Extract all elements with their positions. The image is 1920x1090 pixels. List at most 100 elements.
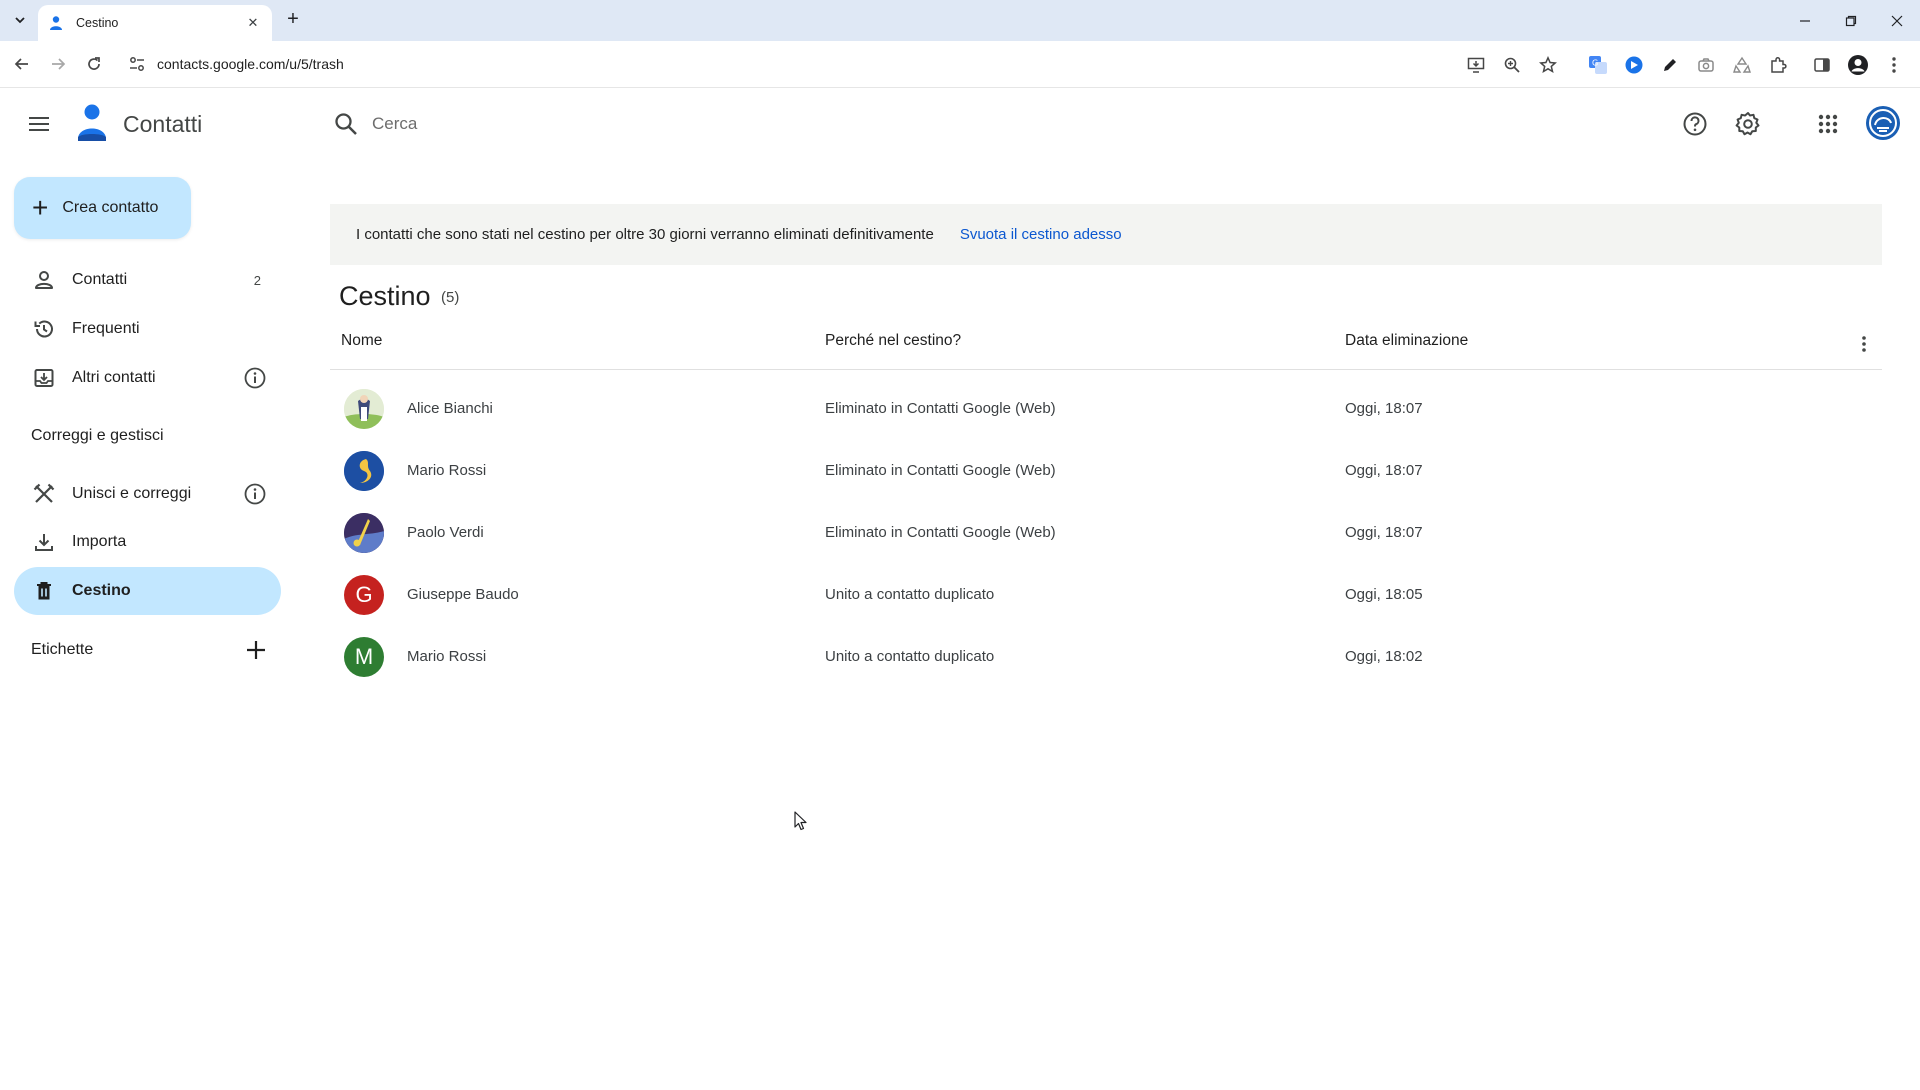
browser-toolbar: contacts.google.com/u/5/trash G [0, 41, 1920, 88]
trash-icon [32, 579, 56, 603]
app-title: Contatti [123, 111, 203, 137]
sidebar-item-trash[interactable]: Cestino [14, 567, 281, 615]
site-settings-icon[interactable] [128, 55, 146, 73]
extensions-puzzle-icon[interactable] [1766, 53, 1790, 77]
contact-avatar: G [344, 575, 384, 615]
sidebar-item-import[interactable]: Importa [14, 518, 281, 566]
table-row[interactable]: Paolo Verdi Eliminato in Contatti Google… [330, 502, 1882, 564]
zoom-icon[interactable] [1500, 53, 1524, 77]
create-contact-button[interactable]: + Crea contatto [14, 177, 191, 239]
sidebar-item-label: Importa [72, 533, 127, 550]
camera-extension-icon[interactable] [1694, 53, 1718, 77]
deletion-date: Oggi, 18:05 [1345, 586, 1423, 603]
deletion-date: Oggi, 18:07 [1345, 462, 1423, 479]
forward-arrow-icon[interactable] [45, 51, 71, 77]
minimize-icon[interactable] [1782, 0, 1828, 41]
trash-reason: Unito a contatto duplicato [825, 648, 995, 665]
contacts-count: 2 [253, 272, 261, 288]
section-heading-labels: Etichette [31, 641, 94, 658]
table-row[interactable]: M Mario Rossi Unito a contatto duplicato… [330, 626, 1882, 688]
tools-icon [32, 482, 56, 506]
page-count: (5) [441, 289, 460, 306]
bookmark-star-icon[interactable] [1536, 53, 1560, 77]
trash-reason: Eliminato in Contatti Google (Web) [825, 524, 1056, 541]
sidebar-item-other-contacts[interactable]: Altri contatti [14, 354, 281, 402]
profile-avatar-icon[interactable] [1846, 53, 1870, 77]
section-heading-manage: Correggi e gestisci [31, 427, 164, 444]
trash-reason: Eliminato in Contatti Google (Web) [825, 462, 1056, 479]
browser-tabbar: Cestino ✕ + [0, 0, 1920, 41]
extension-icons: G [1452, 53, 1906, 77]
table-row[interactable]: G Giuseppe Baudo Unito a contatto duplic… [330, 564, 1882, 626]
trash-reason: Eliminato in Contatti Google (Web) [825, 400, 1056, 417]
add-label-button[interactable] [242, 636, 270, 664]
settings-gear-icon[interactable] [1733, 109, 1763, 139]
page-title: Cestino [339, 281, 431, 311]
tab-list-chevron-icon[interactable] [8, 8, 32, 32]
trash-reason: Unito a contatto duplicato [825, 586, 995, 603]
contacts-logo-icon [78, 104, 106, 141]
info-icon[interactable] [243, 482, 267, 506]
contact-name: Giuseppe Baudo [407, 586, 519, 603]
plus-icon [247, 641, 265, 659]
contact-name: Paolo Verdi [407, 524, 484, 541]
browser-tab-active[interactable]: Cestino ✕ [38, 5, 272, 41]
search-icon[interactable] [333, 111, 359, 137]
sidebar-item-label: Unisci e correggi [72, 485, 192, 502]
empty-trash-link[interactable]: Svuota il cestino adesso [960, 226, 1122, 243]
deletion-date: Oggi, 18:07 [1345, 524, 1423, 541]
mouse-cursor-icon [794, 811, 807, 831]
search-input[interactable] [372, 107, 1272, 141]
contact-avatar [344, 513, 384, 553]
info-icon[interactable] [243, 366, 267, 390]
install-app-icon[interactable] [1464, 53, 1488, 77]
contact-avatar [344, 389, 384, 429]
tab-title: Cestino [76, 16, 119, 30]
create-contact-label: Crea contatto [62, 199, 159, 216]
contact-avatar: M [344, 637, 384, 677]
browser-menu-icon[interactable] [1882, 53, 1906, 77]
deletion-date: Oggi, 18:02 [1345, 648, 1423, 665]
table-header: Nome Perché nel cestino? Data eliminazio… [330, 320, 1882, 370]
account-avatar[interactable] [1865, 105, 1901, 141]
sidebar-item-merge-fix[interactable]: Unisci e correggi [14, 470, 281, 518]
close-window-icon[interactable] [1874, 0, 1920, 41]
help-icon[interactable] [1680, 109, 1710, 139]
plus-icon: + [32, 192, 49, 223]
contacts-favicon-icon [50, 16, 62, 30]
more-options-icon[interactable] [1852, 332, 1876, 356]
sidebar-item-frequent[interactable]: Frequenti [14, 305, 281, 353]
contact-name: Mario Rossi [407, 462, 487, 479]
contact-avatar [344, 451, 384, 491]
inbox-download-icon [32, 366, 56, 390]
window-controls [1782, 0, 1920, 41]
tab-close-icon[interactable]: ✕ [244, 15, 262, 31]
google-apps-grid-icon[interactable] [1813, 109, 1843, 139]
column-header-name: Nome [341, 332, 383, 349]
history-icon [32, 317, 56, 341]
reload-icon[interactable] [81, 51, 107, 77]
column-header-date: Data eliminazione [1345, 332, 1469, 349]
download-icon [32, 530, 56, 554]
blue-circle-extension-icon[interactable] [1622, 53, 1646, 77]
svg-text:G: G [1592, 59, 1598, 68]
restore-icon[interactable] [1828, 0, 1874, 41]
sidebar-item-label: Contatti [72, 271, 128, 288]
translate-extension-icon[interactable]: G [1586, 53, 1610, 77]
side-panel-icon[interactable] [1810, 53, 1834, 77]
pen-extension-icon[interactable] [1658, 53, 1682, 77]
banner-text: I contatti che sono stati nel cestino pe… [356, 226, 934, 243]
contact-name: Alice Bianchi [407, 400, 493, 417]
address-bar-url[interactable]: contacts.google.com/u/5/trash [157, 56, 344, 72]
new-tab-button[interactable]: + [282, 9, 304, 31]
app-header: Contatti [0, 89, 1920, 159]
back-arrow-icon[interactable] [9, 51, 35, 77]
table-row[interactable]: Alice Bianchi Eliminato in Contatti Goog… [330, 378, 1882, 440]
main-menu-icon[interactable] [24, 109, 54, 139]
recycle-extension-icon[interactable] [1730, 53, 1754, 77]
sidebar-item-label: Altri contatti [72, 369, 156, 386]
sidebar-item-label: Frequenti [72, 320, 140, 337]
table-row[interactable]: Mario Rossi Eliminato in Contatti Google… [330, 440, 1882, 502]
contact-name: Mario Rossi [407, 648, 487, 665]
sidebar-item-contacts[interactable]: Contatti 2 [14, 256, 281, 304]
